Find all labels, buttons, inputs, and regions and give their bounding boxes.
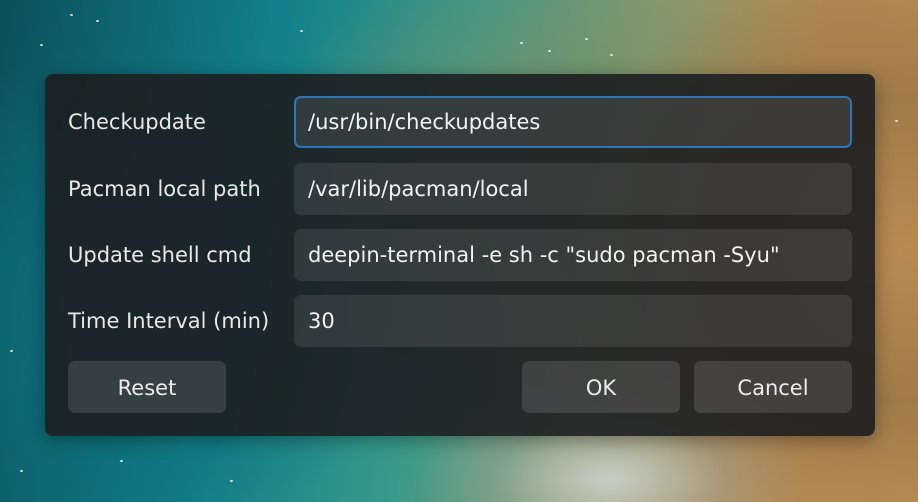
time-interval-input[interactable] bbox=[294, 295, 852, 347]
time-interval-row: Time Interval (min) bbox=[45, 295, 875, 347]
pacman-local-path-input[interactable] bbox=[294, 163, 852, 215]
settings-dialog: Checkupdate Pacman local path Update she… bbox=[45, 74, 875, 436]
update-shell-cmd-row: Update shell cmd bbox=[45, 229, 875, 281]
wallpaper-speckle bbox=[10, 350, 13, 352]
ok-button[interactable]: OK bbox=[522, 361, 680, 413]
time-interval-label: Time Interval (min) bbox=[68, 309, 270, 333]
cancel-button[interactable]: Cancel bbox=[694, 361, 852, 413]
wallpaper-speckle bbox=[40, 44, 43, 46]
wallpaper-speckle bbox=[548, 50, 551, 52]
checkupdate-row: Checkupdate bbox=[45, 96, 875, 148]
wallpaper-speckle bbox=[70, 14, 73, 16]
update-shell-cmd-input[interactable] bbox=[294, 229, 852, 281]
wallpaper-speckle bbox=[895, 120, 898, 122]
wallpaper-speckle bbox=[96, 20, 99, 22]
update-shell-cmd-label: Update shell cmd bbox=[68, 243, 252, 267]
wallpaper-speckle bbox=[585, 38, 588, 40]
wallpaper-speckle bbox=[520, 42, 523, 44]
pacman-local-path-row: Pacman local path bbox=[45, 163, 875, 215]
pacman-local-path-label: Pacman local path bbox=[68, 177, 261, 201]
wallpaper-speckle bbox=[20, 470, 23, 472]
wallpaper-speckle bbox=[610, 54, 613, 56]
wallpaper-speckle bbox=[230, 480, 233, 482]
wallpaper-speckle bbox=[300, 30, 303, 32]
checkupdate-label: Checkupdate bbox=[68, 110, 206, 134]
reset-button[interactable]: Reset bbox=[68, 361, 226, 413]
checkupdate-input[interactable] bbox=[294, 96, 852, 148]
wallpaper-speckle bbox=[120, 460, 123, 462]
